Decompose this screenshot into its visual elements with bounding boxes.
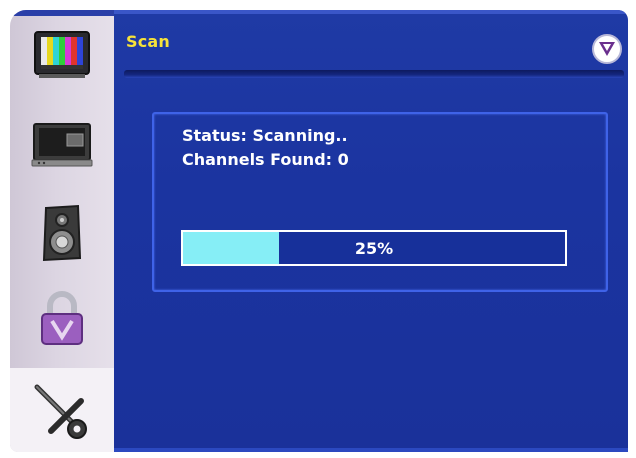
wrench-icon — [31, 379, 93, 441]
channels-found-text: Channels Found: 0 — [182, 150, 349, 169]
scan-status-text: Status: Scanning.. — [182, 126, 348, 145]
sidebar-item-tv[interactable] — [10, 108, 114, 182]
scan-progress-bar: 25% — [181, 230, 567, 266]
page-title: Scan — [126, 32, 170, 51]
sidebar-item-audio[interactable] — [10, 196, 114, 270]
sidebar-item-setup[interactable] — [10, 368, 114, 452]
panel-bottom-rule — [114, 448, 628, 452]
tv-menu-screen: Scan Status: Scanning.. Channels Found: … — [0, 0, 636, 458]
menu-sidebar — [10, 10, 114, 452]
tv-screen-icon — [31, 120, 93, 170]
scan-panel: Scan Status: Scanning.. Channels Found: … — [114, 10, 628, 452]
progress-percent-label: 25% — [354, 238, 394, 258]
lock-icon — [38, 290, 86, 348]
sidebar-item-picture[interactable] — [10, 18, 114, 92]
header-divider — [124, 70, 624, 78]
speaker-icon — [40, 204, 84, 262]
vizio-v-logo-icon — [592, 34, 622, 64]
panel-top-line — [114, 10, 628, 14]
sidebar-top-strip — [10, 10, 114, 16]
sidebar-item-lock[interactable] — [10, 282, 114, 356]
picture-icon — [33, 30, 91, 80]
